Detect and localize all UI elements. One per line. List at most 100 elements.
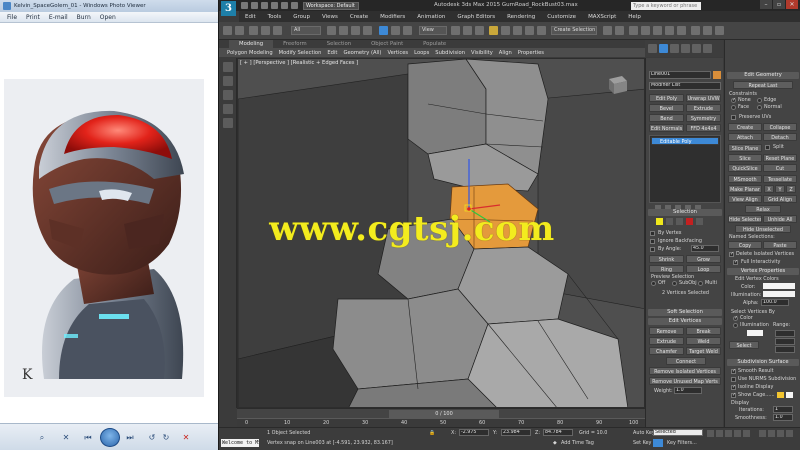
slice-plane-button[interactable]: Slice Plane bbox=[728, 144, 762, 152]
remove-isolated-button[interactable]: Remove Isolated Vertices bbox=[649, 367, 721, 375]
preview-multi-radio[interactable] bbox=[698, 281, 703, 286]
select-and-rotate-icon[interactable] bbox=[391, 26, 400, 35]
remove-unused-map-verts-button[interactable]: Remove Unused Map Verts bbox=[649, 377, 721, 385]
hierarchy-tab-icon[interactable] bbox=[670, 44, 679, 53]
select-and-scale-icon[interactable] bbox=[403, 26, 412, 35]
bevel-button[interactable]: Bevel bbox=[649, 104, 684, 112]
target-weld-button[interactable]: Target Weld bbox=[686, 347, 721, 355]
rotate-ccw-icon[interactable]: ↺ bbox=[146, 432, 158, 443]
preview-off-radio[interactable] bbox=[651, 281, 656, 286]
range-g-spinner[interactable] bbox=[775, 338, 795, 345]
range-r-spinner[interactable] bbox=[775, 330, 795, 337]
hide-unselected-button[interactable]: Hide Unselected bbox=[735, 225, 791, 233]
extrude-vertex-button[interactable]: Extrude bbox=[649, 337, 684, 345]
create-tab-icon[interactable] bbox=[648, 44, 657, 53]
redo-icon[interactable] bbox=[281, 2, 288, 9]
layer-manager-icon[interactable] bbox=[629, 26, 638, 35]
make-planar-button[interactable]: Make Planar bbox=[728, 185, 762, 193]
planar-y-button[interactable]: Y bbox=[775, 185, 785, 193]
tool-icon-4[interactable] bbox=[223, 104, 233, 114]
zoom-extents-icon[interactable] bbox=[777, 430, 784, 437]
menu-views[interactable]: Views bbox=[316, 14, 344, 20]
time-slider[interactable]: 0 / 100 bbox=[389, 410, 499, 418]
show-cage-checkbox[interactable] bbox=[731, 392, 736, 398]
named-selection-set-dropdown[interactable]: Create Selection Set bbox=[551, 26, 597, 35]
reset-plane-button[interactable]: Reset Plane bbox=[763, 154, 797, 162]
utilities-tab-icon[interactable] bbox=[703, 44, 712, 53]
tool-icon-2[interactable] bbox=[223, 76, 233, 86]
ribbon-visibility[interactable]: Visibility bbox=[468, 50, 496, 56]
angle-snap-icon[interactable] bbox=[501, 26, 510, 35]
actual-size-icon[interactable]: ✕ bbox=[60, 432, 72, 443]
tab-selection[interactable]: Selection bbox=[317, 40, 361, 48]
by-angle-spinner[interactable]: 45.0 bbox=[691, 245, 719, 252]
percent-snap-icon[interactable] bbox=[513, 26, 522, 35]
motion-tab-icon[interactable] bbox=[681, 44, 690, 53]
select-by-illumination-radio[interactable] bbox=[733, 323, 738, 328]
undo-icon[interactable] bbox=[271, 2, 278, 9]
mirror-icon[interactable] bbox=[603, 26, 612, 35]
element-level-icon[interactable] bbox=[696, 218, 703, 225]
project-icon[interactable] bbox=[291, 2, 298, 9]
previous-frame-icon[interactable] bbox=[716, 430, 723, 437]
link-icon[interactable] bbox=[249, 26, 258, 35]
stack-item-editable-poly[interactable]: Editable Poly bbox=[651, 137, 719, 145]
time-tag-icon[interactable]: ◆ bbox=[553, 440, 557, 446]
select-by-color-radio[interactable] bbox=[733, 315, 738, 321]
isoline-display-checkbox[interactable] bbox=[731, 384, 736, 390]
selected-dropdown[interactable]: Selected bbox=[653, 429, 703, 436]
attach-button[interactable]: Attach bbox=[728, 133, 762, 141]
rendered-frame-icon[interactable] bbox=[703, 26, 712, 35]
object-color-swatch[interactable] bbox=[713, 71, 721, 79]
smoothness-spinner[interactable]: 1.0 bbox=[773, 414, 793, 421]
split-checkbox[interactable] bbox=[765, 145, 770, 150]
bend-button[interactable]: Bend bbox=[649, 114, 684, 122]
paste-button[interactable]: Paste bbox=[763, 241, 797, 249]
auto-key-button[interactable]: Auto Key bbox=[633, 430, 655, 436]
ribbon-geometry-all[interactable]: Geometry (All) bbox=[340, 50, 384, 56]
create-button[interactable]: Create bbox=[728, 123, 762, 131]
x-coordinate-field[interactable]: -2.975 bbox=[459, 429, 489, 436]
ribbon-align[interactable]: Align bbox=[496, 50, 515, 56]
select-object-icon[interactable] bbox=[327, 26, 336, 35]
previous-icon[interactable]: ⏮ bbox=[82, 432, 94, 443]
edit-normals-button[interactable]: Edit Normals bbox=[649, 124, 684, 132]
symmetry-button[interactable]: Symmetry bbox=[686, 114, 721, 122]
copy-button[interactable]: Copy bbox=[728, 241, 762, 249]
edit-vertices-rollout[interactable]: Edit Vertices bbox=[648, 318, 722, 325]
by-vertex-checkbox[interactable] bbox=[650, 231, 655, 236]
menu-modifiers[interactable]: Modifiers bbox=[374, 14, 411, 20]
ffd-button[interactable]: FFD 4x4x4 bbox=[686, 124, 721, 132]
maxscript-listener[interactable]: Welcome to MS bbox=[221, 439, 259, 447]
menu-animation[interactable]: Animation bbox=[411, 14, 451, 20]
detach-button[interactable]: Detach bbox=[763, 133, 797, 141]
loop-button[interactable]: Loop bbox=[686, 265, 721, 273]
constraint-none-radio[interactable] bbox=[731, 97, 736, 103]
tab-modeling[interactable]: Modeling bbox=[229, 40, 274, 48]
select-color-swatch[interactable] bbox=[747, 330, 763, 336]
graphite-toggle-icon[interactable] bbox=[641, 26, 650, 35]
ribbon-loops[interactable]: Loops bbox=[411, 50, 432, 56]
edit-named-selection-icon[interactable] bbox=[537, 26, 546, 35]
menu-customize[interactable]: Customize bbox=[541, 14, 582, 20]
window-crossing-icon[interactable] bbox=[363, 26, 372, 35]
modifier-list-dropdown[interactable]: Modifier List bbox=[649, 82, 721, 90]
chamfer-button[interactable]: Chamfer bbox=[649, 347, 684, 355]
ribbon-modify-selection[interactable]: Modify Selection bbox=[276, 50, 325, 56]
material-editor-icon[interactable] bbox=[677, 26, 686, 35]
vertex-level-icon[interactable] bbox=[656, 218, 663, 225]
bind-spacewarp-icon[interactable] bbox=[273, 26, 282, 35]
pv-menu-email[interactable]: E-mail bbox=[46, 14, 71, 21]
open-icon[interactable] bbox=[251, 2, 258, 9]
select-manipulate-icon[interactable] bbox=[463, 26, 472, 35]
cage-color-2-swatch[interactable] bbox=[786, 392, 793, 398]
selection-filter-dropdown[interactable]: All bbox=[291, 26, 321, 35]
zoom-all-icon[interactable] bbox=[768, 430, 775, 437]
ribbon-properties[interactable]: Properties bbox=[515, 50, 547, 56]
keyword-search-input[interactable] bbox=[631, 2, 701, 10]
select-and-move-icon[interactable] bbox=[379, 26, 388, 35]
menu-tools[interactable]: Tools bbox=[262, 14, 288, 20]
use-nurms-checkbox[interactable] bbox=[731, 377, 736, 382]
shrink-button[interactable]: Shrink bbox=[649, 255, 684, 263]
align-icon[interactable] bbox=[615, 26, 624, 35]
